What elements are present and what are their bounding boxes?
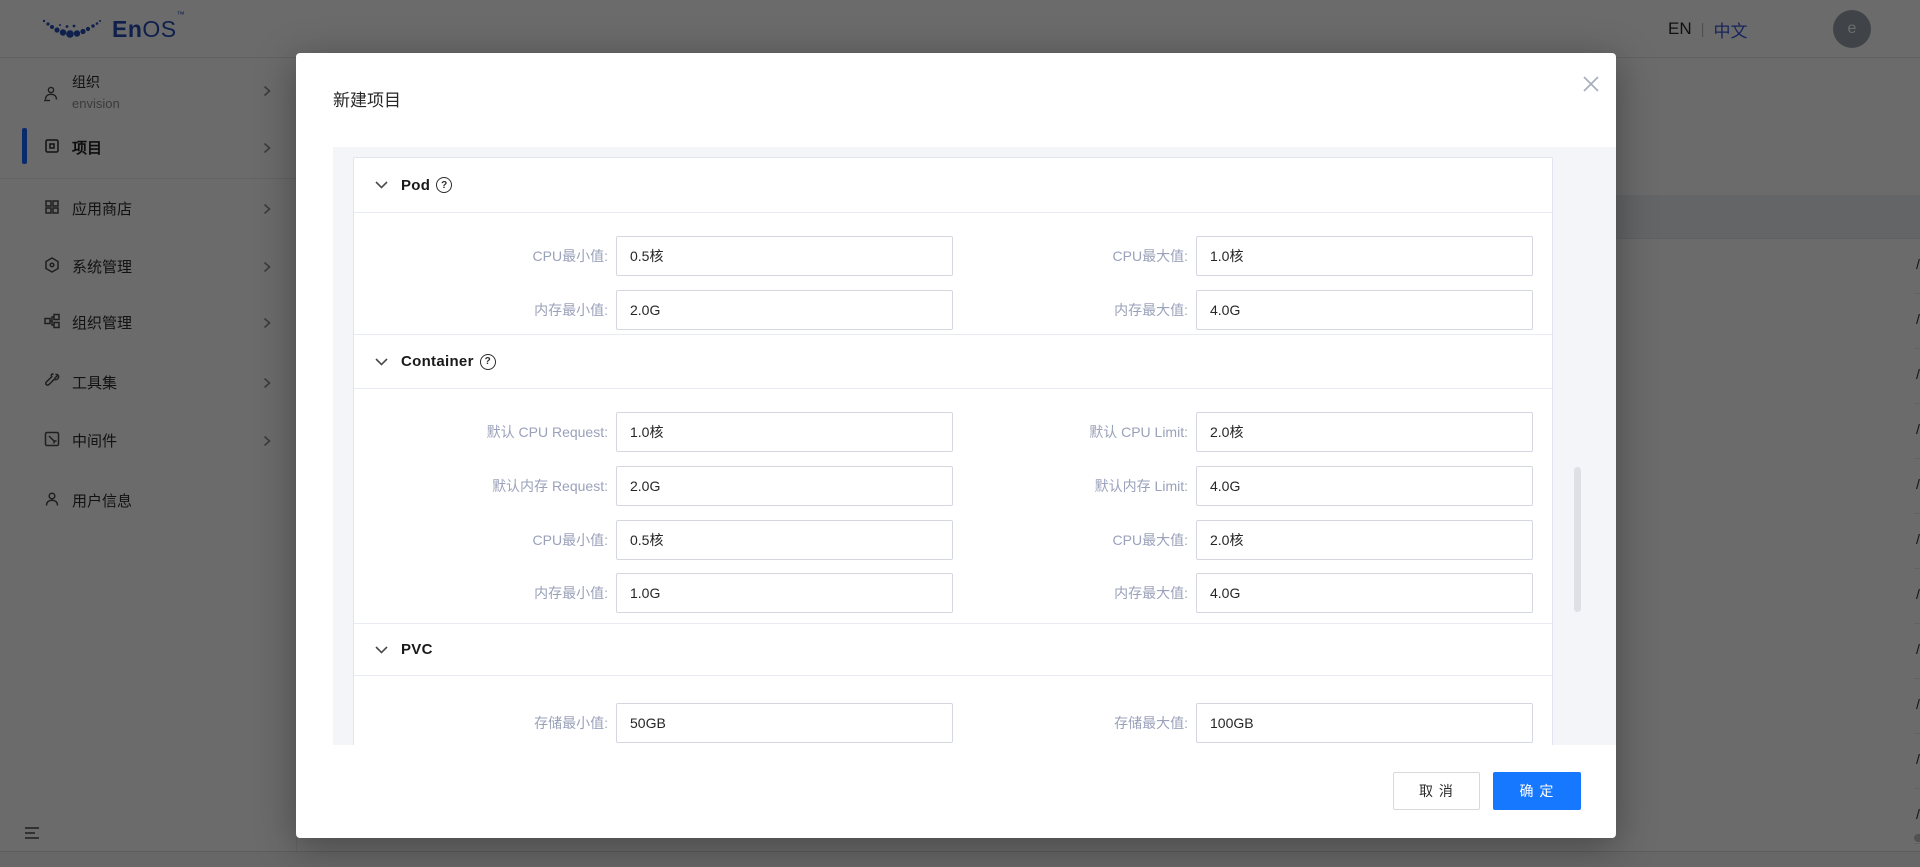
page: EnOS™ EN | 中文 e 组织 envision [0,0,1920,867]
field-label: 默认 CPU Limit: [954,412,1188,452]
field-label: 内存最小值: [354,290,608,330]
field-label: 内存最小值: [354,573,608,613]
pod-cpu-max-input[interactable] [1196,236,1533,276]
container-cpu-max-input[interactable] [1196,520,1533,560]
pod-cpu-min-input[interactable] [616,236,953,276]
field-label: 默认内存 Request: [354,466,608,506]
container-mem-min-input[interactable] [616,573,953,613]
form-row: 存储最小值: 存储最大值: [354,703,1552,743]
container-cpu-min-input[interactable] [616,520,953,560]
container-mem-max-input[interactable] [1196,573,1533,613]
close-icon[interactable] [1577,70,1605,98]
section-title: PVC [401,641,433,658]
field-label: 默认内存 Limit: [954,466,1188,506]
form-row: CPU最小值: CPU最大值: [354,520,1552,560]
chevron-down-icon [375,181,388,189]
confirm-button[interactable]: 确 定 [1493,772,1581,810]
container-mem-request-input[interactable] [616,466,953,506]
container-mem-limit-input[interactable] [1196,466,1533,506]
field-label: 存储最小值: [354,703,608,743]
chevron-down-icon [375,646,388,654]
field-label: CPU最小值: [354,520,608,560]
field-label: CPU最小值: [354,236,608,276]
new-project-modal: 新建项目 Pod ? CPU最小值: CPU最大值: 内存最小 [296,53,1616,838]
section-header-container[interactable]: Container ? [354,334,1552,389]
field-label: 默认 CPU Request: [354,412,608,452]
pod-mem-min-input[interactable] [616,290,953,330]
form-row: 默认内存 Request: 默认内存 Limit: [354,466,1552,506]
form-row: 默认 CPU Request: 默认 CPU Limit: [354,412,1552,452]
pvc-storage-min-input[interactable] [616,703,953,743]
cancel-button[interactable]: 取 消 [1393,772,1480,810]
help-icon[interactable]: ? [480,354,496,370]
container-cpu-request-input[interactable] [616,412,953,452]
pvc-storage-max-input[interactable] [1196,703,1533,743]
field-label: 内存最大值: [954,290,1188,330]
section-header-pvc[interactable]: PVC [354,623,1552,676]
section-title: Pod [401,177,430,194]
form-row: 内存最小值: 内存最大值: [354,290,1552,330]
field-label: 存储最大值: [954,703,1188,743]
form-row: CPU最小值: CPU最大值: [354,236,1552,276]
field-label: 内存最大值: [954,573,1188,613]
container-cpu-limit-input[interactable] [1196,412,1533,452]
form-row: 内存最小值: 内存最大值: [354,573,1552,613]
chevron-down-icon [375,358,388,366]
help-icon[interactable]: ? [436,177,452,193]
field-label: CPU最大值: [954,236,1188,276]
modal-title: 新建项目 [333,86,401,111]
section-title: Container [401,353,474,370]
resource-form: Pod ? CPU最小值: CPU最大值: 内存最小值: 内存最大值: [353,157,1553,745]
section-header-pod[interactable]: Pod ? [354,158,1552,213]
pod-mem-max-input[interactable] [1196,290,1533,330]
field-label: CPU最大值: [954,520,1188,560]
modal-scrollbar-thumb[interactable] [1574,467,1581,612]
modal-form-scroll-area: Pod ? CPU最小值: CPU最大值: 内存最小值: 内存最大值: [333,147,1616,745]
